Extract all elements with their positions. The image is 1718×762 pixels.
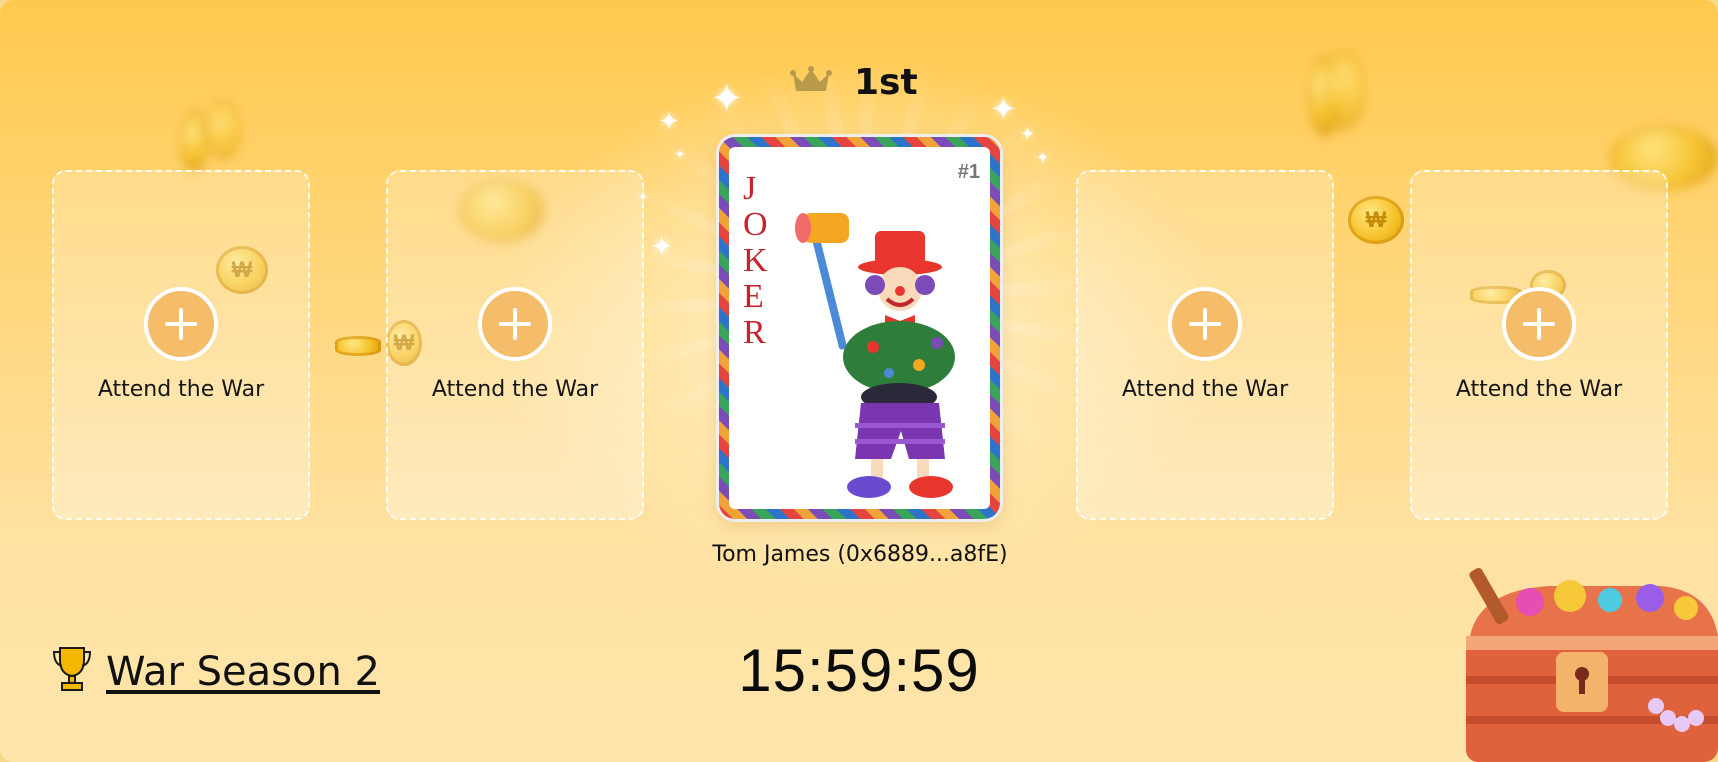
rank-header: 1st xyxy=(790,62,918,103)
joker-title: J O K E R xyxy=(743,171,768,351)
slot-card-1: Attend the War xyxy=(52,170,310,520)
sparkle-icon: ✦ xyxy=(1036,150,1050,167)
coin-decoration xyxy=(335,336,381,356)
joker-letter: O xyxy=(743,206,768,243)
player-name-text: Tom James (0x6889...a8fE) xyxy=(712,542,1008,567)
coin-decoration xyxy=(1325,50,1365,130)
attend-button[interactable] xyxy=(1502,287,1576,361)
joker-letter: K xyxy=(743,242,768,279)
attend-button[interactable] xyxy=(144,287,218,361)
sparkle-icon: ✦ xyxy=(674,146,686,162)
coin-decoration: ₩ xyxy=(1348,196,1404,244)
sparkle-icon: ✦ xyxy=(658,106,680,136)
rank-label: 1st xyxy=(854,62,918,103)
joker-letter: J xyxy=(743,170,757,207)
crown-icon xyxy=(790,65,832,100)
slot-card-4: Attend the War xyxy=(1410,170,1668,520)
slot-card-2: Attend the War xyxy=(386,170,644,520)
plus-icon xyxy=(165,308,197,340)
sparkle-icon: ✦ xyxy=(1020,124,1036,144)
treasure-chest-icon xyxy=(1466,567,1718,762)
plus-icon xyxy=(499,308,531,340)
attend-button[interactable] xyxy=(1168,287,1242,361)
joker-letter: R xyxy=(743,314,766,351)
slot-label: Attend the War xyxy=(1455,377,1623,402)
joker-card-face: J O K E R #1 xyxy=(729,147,990,509)
clown-illustration xyxy=(795,213,955,498)
war-arena: ₩ ₩ ₩ 1st ✦ ✦ ✦ ✦ ✦ ✦ ✦ ✦ Attend the War xyxy=(0,0,1718,762)
sparkle-icon: ✦ xyxy=(990,91,1017,127)
slot-label: Attend the War xyxy=(1121,377,1289,402)
plus-icon xyxy=(1523,308,1555,340)
coin-decoration xyxy=(205,100,241,160)
slot-card-3: Attend the War xyxy=(1076,170,1334,520)
slot-label: Attend the War xyxy=(97,377,265,402)
sparkle-icon: ✦ xyxy=(650,231,674,262)
attend-button[interactable] xyxy=(478,287,552,361)
card-number: #1 xyxy=(957,161,980,183)
slot-label: Attend the War xyxy=(431,377,599,402)
sparkle-icon: ✦ xyxy=(710,77,744,121)
joker-card[interactable]: J O K E R #1 xyxy=(719,137,1000,519)
joker-letter: E xyxy=(743,278,764,315)
plus-icon xyxy=(1189,308,1221,340)
coin-decoration xyxy=(180,110,208,172)
